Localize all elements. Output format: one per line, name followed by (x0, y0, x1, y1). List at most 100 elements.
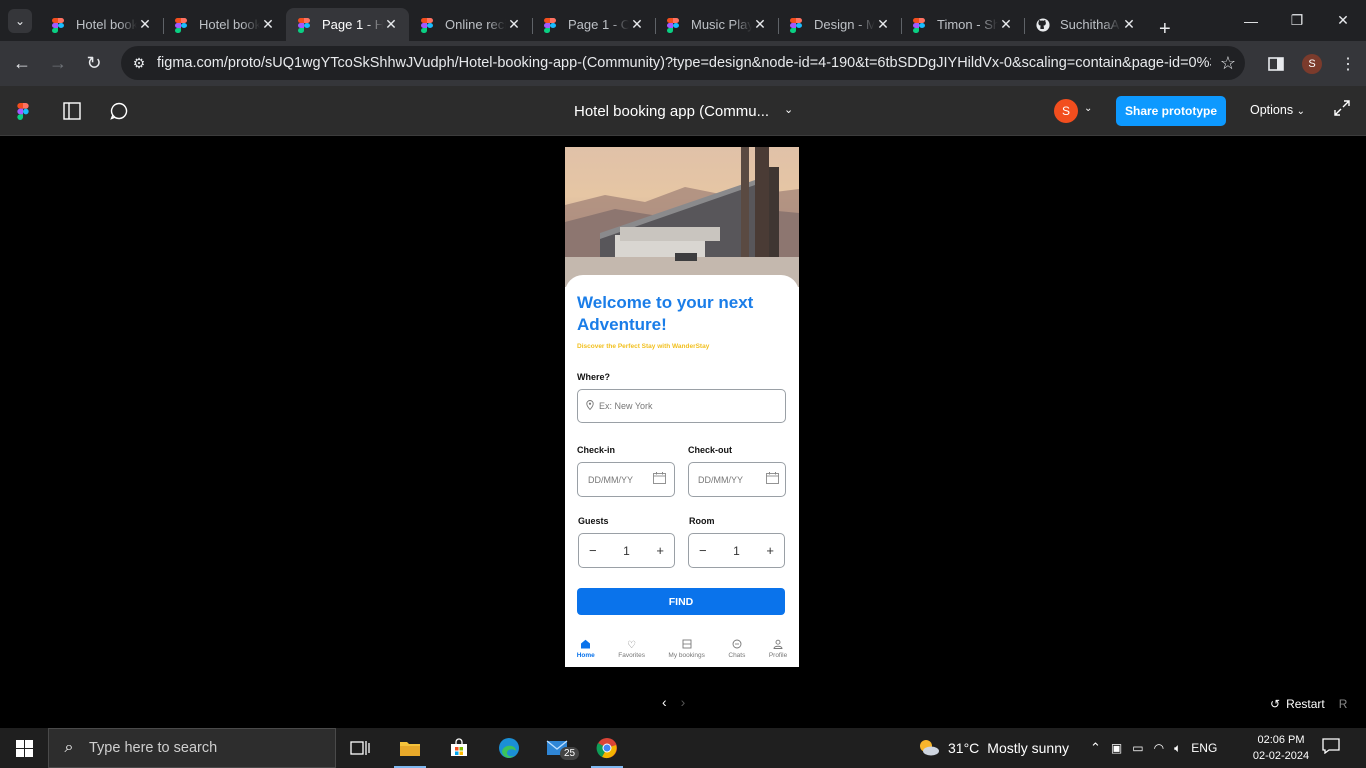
comment-icon[interactable] (107, 99, 131, 123)
close-icon[interactable]: ✕ (1121, 16, 1137, 33)
forward-icon[interactable]: → (40, 46, 76, 82)
file-explorer-icon[interactable] (386, 728, 434, 768)
system-tray: ⌃ ▣ ▭ ◠ 🔈︎ ENG (1090, 728, 1217, 768)
restart-icon: ↺ (1270, 697, 1281, 711)
tab[interactable]: Music Player ✕ (655, 8, 778, 41)
microsoft-store-icon[interactable] (435, 728, 483, 768)
tab[interactable]: Online recipes ✕ (409, 8, 532, 41)
calendar-icon[interactable] (653, 471, 666, 489)
document-title[interactable]: Hotel booking app (Commu... (574, 103, 769, 120)
tab[interactable]: Page 1 - Online ✕ (532, 8, 655, 41)
tab[interactable]: Hotel booking app ✕ (40, 8, 163, 41)
minimize-icon[interactable]: — (1228, 0, 1274, 41)
figma-logo-icon[interactable] (17, 103, 29, 125)
notification-icon[interactable] (1322, 738, 1340, 757)
next-icon[interactable]: › (681, 694, 686, 710)
nav-my-bookings[interactable]: My bookings (668, 639, 705, 659)
figma-icon (298, 17, 312, 33)
close-icon[interactable]: ✕ (752, 16, 768, 33)
edge-icon[interactable] (485, 728, 533, 768)
figma-icon (175, 17, 189, 33)
chevron-down-icon[interactable]: ⌄ (784, 103, 793, 116)
side-panel-icon[interactable] (1258, 46, 1294, 82)
booking-card: Welcome to your next Adventure! Discover… (565, 275, 799, 667)
mail-badge: 25 (560, 747, 580, 760)
close-icon[interactable]: ✕ (998, 16, 1014, 33)
user-avatar[interactable]: S (1054, 99, 1078, 123)
menu-icon[interactable]: ⋮ (1330, 46, 1366, 82)
minus-icon[interactable]: − (699, 543, 707, 558)
weather-widget[interactable]: 31°C Mostly sunny (918, 728, 1069, 768)
tab[interactable]: SuchithaA ✕ (1024, 8, 1147, 41)
battery-icon[interactable]: ▭ (1132, 741, 1143, 755)
tab[interactable]: Hotel booking app ✕ (163, 8, 286, 41)
chevron-up-icon[interactable]: ⌃ (1090, 740, 1101, 756)
tab[interactable]: Design - Music ✕ (778, 8, 901, 41)
restore-icon[interactable]: ❐ (1274, 0, 1320, 41)
plus-icon[interactable]: + (766, 543, 774, 558)
volume-icon[interactable]: 🔈︎ (1174, 741, 1181, 756)
weather-temp: 31°C (948, 740, 980, 756)
profile-avatar[interactable]: S (1294, 46, 1330, 82)
nav-label: Home (576, 652, 595, 659)
fullscreen-icon[interactable] (1333, 99, 1353, 123)
tab-active[interactable]: Page 1 - Hotel ✕ (286, 8, 409, 41)
plus-icon[interactable]: + (656, 543, 664, 558)
minus-icon[interactable]: − (589, 543, 597, 558)
previous-icon[interactable]: ‹ (662, 694, 667, 710)
tab[interactable]: Timon - Shop ✕ (901, 8, 1024, 41)
nav-label: My bookings (668, 652, 705, 659)
nav-label: Chats (728, 652, 746, 659)
find-button[interactable]: FIND (577, 588, 785, 615)
task-view-icon[interactable] (336, 728, 384, 768)
close-icon[interactable]: ✕ (137, 16, 153, 33)
restart-button[interactable]: ↺ Restart R (1270, 697, 1347, 711)
tagline: Discover the Perfect Stay with WanderSta… (577, 343, 710, 350)
new-tab-button[interactable]: + (1159, 18, 1171, 41)
nav-home[interactable]: Home (577, 639, 595, 659)
reload-icon[interactable]: ↻ (76, 46, 112, 82)
checkout-input[interactable]: DD/MM/YY (688, 462, 786, 497)
close-icon[interactable]: ✕ (629, 16, 645, 33)
clock[interactable]: 02:06 PM 02-02-2024 (1250, 732, 1312, 764)
tab-search-button[interactable]: ⌄ (8, 8, 32, 33)
profile-icon (773, 639, 783, 652)
room-stepper: − 1 + (688, 533, 785, 568)
where-label: Where? (577, 372, 611, 382)
where-input[interactable]: Ex: New York (577, 389, 786, 423)
figma-icon (421, 17, 435, 33)
share-prototype-button[interactable]: Share prototype (1116, 96, 1226, 126)
options-button[interactable]: Options ⌄ (1250, 103, 1305, 117)
windows-start-icon[interactable] (0, 728, 48, 768)
close-icon[interactable]: ✕ (383, 16, 399, 33)
nav-favorites[interactable]: ♡ Favorites (618, 639, 645, 659)
close-icon[interactable]: ✕ (875, 16, 891, 33)
close-window-icon[interactable]: ✕ (1320, 0, 1366, 41)
checkin-input[interactable]: DD/MM/YY (577, 462, 675, 497)
window-controls: — ❐ ✕ (1228, 0, 1366, 41)
chevron-down-icon: ⌄ (1296, 106, 1305, 117)
nav-chats[interactable]: Chats (728, 639, 745, 659)
back-icon[interactable]: ← (4, 46, 40, 82)
close-icon[interactable]: ✕ (506, 16, 522, 33)
tab-label: Music Player (691, 17, 752, 32)
wifi-icon[interactable]: ◠ (1154, 741, 1164, 755)
chrome-icon[interactable] (583, 728, 631, 768)
taskbar-search[interactable]: ⌕ Type here to search (48, 728, 336, 768)
close-icon[interactable]: ✕ (260, 16, 276, 33)
chevron-down-icon[interactable]: ⌄ (1084, 103, 1092, 114)
bookmark-star-icon[interactable]: ☆ (1211, 53, 1245, 74)
nav-profile[interactable]: Profile (769, 639, 787, 659)
tab-label: Online recipes (445, 17, 506, 32)
figma-icon (667, 17, 681, 33)
address-bar[interactable]: ⚙ figma.com/proto/sUQ1wgYTcoSkShhwJVudph… (121, 46, 1245, 80)
sidebar-toggle-icon[interactable] (60, 99, 84, 123)
mail-icon[interactable]: 25 (534, 728, 582, 768)
meet-now-icon[interactable]: ▣ (1111, 741, 1122, 755)
site-info-icon[interactable]: ⚙ (121, 55, 157, 72)
calendar-icon[interactable] (766, 471, 779, 489)
language-indicator[interactable]: ENG (1191, 741, 1217, 755)
url-text[interactable]: figma.com/proto/sUQ1wgYTcoSkShhwJVudph/H… (157, 55, 1211, 71)
where-placeholder: Ex: New York (599, 401, 653, 411)
prototype-frame: Welcome to your next Adventure! Discover… (565, 147, 799, 667)
